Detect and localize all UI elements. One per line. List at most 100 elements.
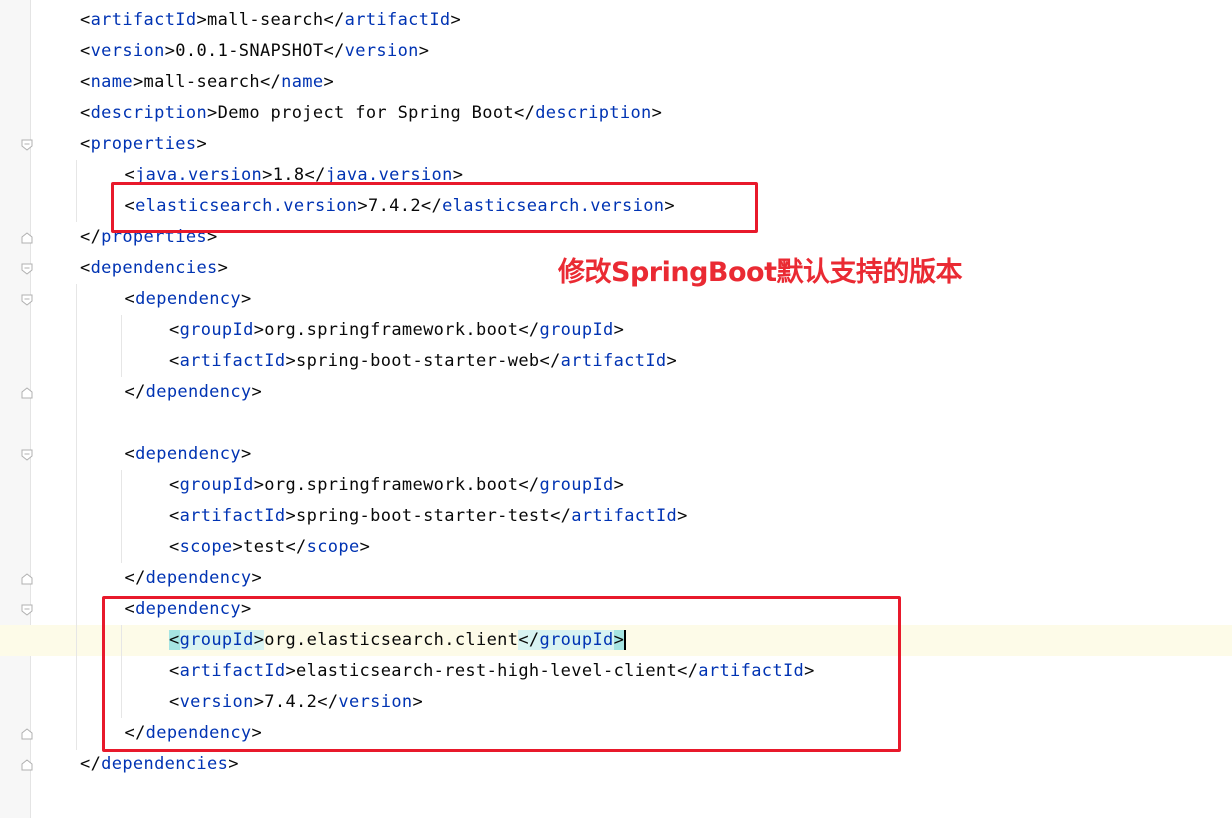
code-line[interactable]: <version>0.0.1-SNAPSHOT</version> [80,36,429,67]
tag-name: dependencies [101,754,229,774]
code-line[interactable]: <groupId>org.springframework.boot</group… [169,315,624,346]
tag-bracket: > [240,444,252,464]
code-line[interactable]: <artifactId>spring-boot-starter-test</ar… [169,501,688,532]
element-text: 0.0.1-SNAPSHOT [175,41,324,61]
element-text: spring-boot-starter-test [296,506,551,526]
tag-bracket: > [228,754,239,774]
tag-name: name [90,72,133,92]
code-line[interactable]: <artifactId>mall-search</artifactId> [80,5,461,36]
tag-name: dependency [135,444,241,464]
tag-bracket: > [196,134,208,154]
highlight-box-es-dependency [102,596,901,752]
tag-bracket: > [359,537,371,557]
tag-bracket: > [666,351,678,371]
tag-bracket: </ [124,568,146,588]
tag-name: scope [179,537,233,557]
tag-name: description [535,103,652,123]
tag-name: artifactId [179,506,286,526]
tag-bracket: < [169,537,180,557]
tag-bracket: < [169,351,180,371]
code-line[interactable]: </dependencies> [80,749,239,780]
tag-bracket: > [217,258,229,278]
code-line[interactable]: <description>Demo project for Spring Boo… [80,98,662,129]
fold-open-icon[interactable] [21,263,33,275]
tag-name: scope [306,537,360,557]
tag-bracket: > [251,568,263,588]
annotation-note: 修改SpringBoot默认支持的版本 [558,257,962,288]
tag-name: dependency [145,382,252,402]
tag-bracket: > [285,506,297,526]
element-text: Demo project for Spring Boot [217,103,515,123]
highlight-box-version-property [111,182,758,233]
tag-bracket: </ [124,382,146,402]
fold-close-icon[interactable] [21,232,33,244]
indent-guide [121,315,122,377]
tag-bracket: > [450,10,462,30]
fold-close-icon[interactable] [21,573,33,585]
tag-bracket: < [80,258,91,278]
tag-name: dependencies [90,258,218,278]
code-line[interactable]: </dependency> [125,377,263,408]
tag-bracket: > [253,475,265,495]
tag-name: name [281,72,324,92]
tag-name: artifactId [179,351,286,371]
tag-bracket: < [169,506,180,526]
fold-open-icon[interactable] [21,294,33,306]
indent-guide [76,284,77,750]
tag-bracket: > [240,289,252,309]
tag-bracket: < [169,475,180,495]
tag-bracket: > [196,10,208,30]
code-line[interactable]: <artifactId>spring-boot-starter-web</art… [169,346,677,377]
tag-bracket: > [232,537,244,557]
tag-bracket: > [164,41,176,61]
tag-bracket: < [80,72,91,92]
code-line[interactable]: <groupId>org.springframework.boot</group… [169,470,624,501]
tag-bracket: > [613,475,625,495]
tag-name: groupId [539,320,614,340]
tag-name: dependency [135,289,241,309]
tag-bracket: > [253,320,265,340]
fold-close-icon[interactable] [21,387,33,399]
tag-name: artifactId [344,10,451,30]
tag-bracket: </ [323,41,345,61]
tag-name: artifactId [560,351,667,371]
code-line[interactable]: </dependency> [125,563,263,594]
tag-bracket: > [613,320,625,340]
tag-bracket: </ [550,506,572,526]
tag-bracket: < [124,289,136,309]
code-line[interactable]: <properties> [80,129,207,160]
fold-open-icon[interactable] [21,139,33,151]
tag-name: properties [90,134,197,154]
code-line[interactable]: <dependency> [125,284,252,315]
fold-open-icon[interactable] [21,449,33,461]
tag-bracket: </ [539,351,561,371]
tag-bracket: < [169,320,180,340]
tag-name: version [90,41,165,61]
element-text: org.springframework.boot [264,320,519,340]
element-text: test [243,537,286,557]
tag-bracket: < [80,10,91,30]
indent-guide [121,470,122,563]
code-line[interactable]: <dependency> [125,439,252,470]
tag-bracket: < [80,103,91,123]
tag-bracket: </ [323,10,345,30]
tag-bracket: > [251,382,263,402]
code-line[interactable]: <scope>test</scope> [169,532,370,563]
fold-close-icon[interactable] [21,728,33,740]
tag-name: artifactId [90,10,197,30]
tag-bracket: < [80,134,91,154]
tag-bracket: > [285,351,297,371]
tag-name: description [90,103,208,123]
tag-bracket: </ [259,72,282,92]
fold-close-icon[interactable] [21,759,33,771]
tag-bracket: < [80,41,91,61]
tag-name: groupId [179,320,254,340]
tag-name: version [344,41,419,61]
tag-bracket: > [132,72,144,92]
tag-name: artifactId [571,506,678,526]
tag-bracket: > [207,103,218,123]
code-line[interactable]: <name>mall-search</name> [80,67,334,98]
element-text: mall-search [207,10,324,30]
code-line[interactable]: <dependencies> [80,253,228,284]
fold-open-icon[interactable] [21,604,33,616]
